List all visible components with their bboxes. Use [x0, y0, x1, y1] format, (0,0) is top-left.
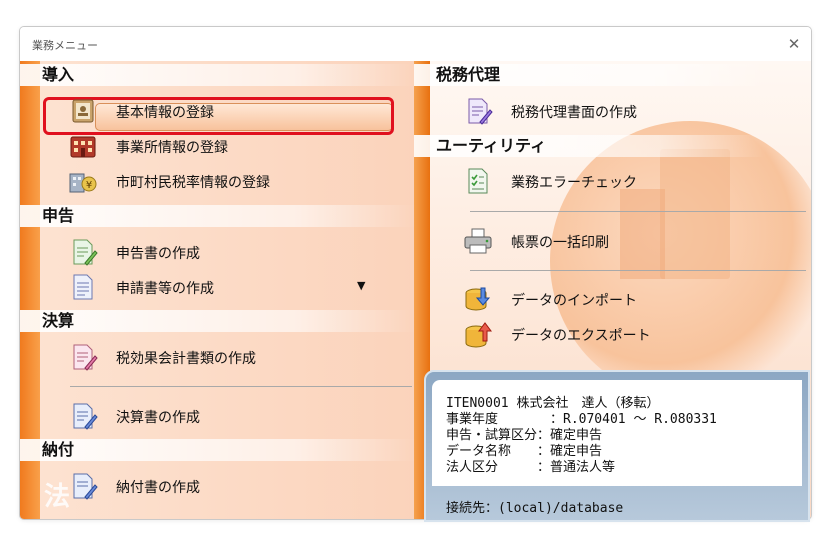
document-pen-icon	[68, 401, 98, 431]
svg-text:¥: ¥	[86, 180, 92, 191]
document-pen-icon	[68, 237, 98, 267]
menu-item-label: データのインポート	[511, 293, 637, 309]
window-title: 業務メニュー	[32, 39, 98, 52]
database-import-icon	[463, 284, 493, 314]
menu-item-label: 納付書の作成	[116, 480, 200, 496]
document-pen-icon	[68, 471, 98, 501]
menu-item-payment-slip[interactable]: 納付書の作成	[68, 471, 388, 501]
menu-item-error-check[interactable]: 業務エラーチェック	[463, 166, 763, 196]
yen-building-icon: ¥	[68, 166, 98, 196]
menu-item-label: 業務エラーチェック	[511, 175, 637, 191]
section-utility: ユーティリティ	[414, 135, 766, 157]
close-icon[interactable]: ✕	[783, 33, 805, 55]
document-icon	[68, 272, 98, 302]
menu-item-label: データのエクスポート	[511, 328, 651, 344]
menu-item-create-return[interactable]: 申告書の作成	[68, 237, 388, 267]
section-settle: 決算	[20, 310, 416, 332]
building-icon	[68, 131, 98, 161]
address-book-icon	[68, 96, 98, 126]
document-pen-icon	[463, 96, 493, 126]
menu-item-batch-print[interactable]: 帳票の一括印刷	[463, 226, 763, 256]
menu-item-label: 帳票の一括印刷	[511, 235, 609, 251]
menu-item-financial-statements[interactable]: 決算書の作成	[68, 401, 388, 431]
menu-item-label: 決算書の作成	[116, 410, 200, 426]
menu-item-basic-info[interactable]: 基本情報の登録	[68, 96, 388, 126]
printer-icon	[463, 226, 493, 256]
divider	[470, 270, 806, 271]
section-declare: 申告	[20, 205, 416, 227]
title-bar: 業務メニュー ✕	[20, 27, 811, 61]
connection-info: 接続先：(local)/database	[446, 501, 624, 516]
menu-item-tax-effect[interactable]: 税効果会計書類の作成	[68, 342, 388, 372]
logo-mark: 法	[44, 482, 71, 512]
database-export-icon	[463, 319, 493, 349]
dropdown-arrow-icon[interactable]: ▼	[357, 279, 365, 292]
menu-item-label: 市町村民税率情報の登録	[116, 175, 270, 191]
divider	[70, 386, 412, 387]
menu-item-label: 税務代理書面の作成	[511, 105, 637, 121]
menu-item-municipal-tax[interactable]: ¥ 市町村民税率情報の登録	[68, 166, 388, 196]
menu-item-label: 申請書等の作成	[116, 281, 214, 297]
section-tax-agent: 税務代理	[414, 64, 766, 86]
menu-item-tax-agent-doc[interactable]: 税務代理書面の作成	[463, 96, 763, 126]
menu-item-label: 申告書の作成	[116, 246, 200, 262]
menu-item-data-import[interactable]: データのインポート	[463, 284, 763, 314]
divider	[470, 211, 806, 212]
menu-item-application-forms[interactable]: 申請書等の作成	[68, 272, 388, 302]
section-intro: 導入	[20, 64, 416, 86]
menu-item-data-export[interactable]: データのエクスポート	[463, 319, 763, 349]
section-pay: 納付	[20, 439, 416, 461]
menu-item-label: 基本情報の登録	[116, 105, 214, 121]
menu-item-label: 税効果会計書類の作成	[116, 351, 256, 367]
document-pen-icon	[68, 342, 98, 372]
menu-item-label: 事業所情報の登録	[116, 140, 228, 156]
menu-item-office-info[interactable]: 事業所情報の登録	[68, 131, 388, 161]
checklist-icon	[463, 166, 493, 196]
company-info-body: ITEN0001 株式会社 達人（移転） 事業年度 ：R.070401 ～ R.…	[432, 380, 802, 486]
corporation-type: 法人区分 ：普通法人等	[446, 460, 616, 475]
